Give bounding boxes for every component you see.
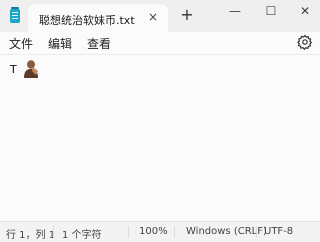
- status-divider: [256, 226, 257, 238]
- person-emoji-icon: [24, 60, 38, 78]
- status-position: 行 1，列 1: [6, 230, 56, 241]
- status-char-count: 1 个字符: [62, 230, 102, 241]
- status-zoom[interactable]: 100%: [139, 226, 168, 237]
- minimize-button[interactable]: —: [218, 0, 252, 22]
- new-tab-button[interactable]: +: [180, 7, 194, 23]
- status-divider: [174, 226, 175, 238]
- menu-bar: 文件 编辑 查看: [0, 32, 320, 55]
- notepad-icon: [10, 7, 20, 23]
- menu-view[interactable]: 查看: [87, 35, 111, 52]
- tab-title: 聪想统治软妹币.txt: [39, 14, 135, 27]
- tab-file[interactable]: 聪想统治软妹币.txt ×: [28, 4, 168, 32]
- tab-close-icon[interactable]: ×: [148, 10, 158, 24]
- close-button[interactable]: ✕: [288, 0, 320, 22]
- maximize-button[interactable]: ☐: [254, 0, 288, 22]
- status-bar: 行 1，列 1 1 个字符 100% Windows (CRLF) UTF-8: [0, 221, 320, 242]
- status-encoding[interactable]: UTF-8: [264, 226, 293, 237]
- editor-content: T: [10, 63, 17, 76]
- menu-file[interactable]: 文件: [9, 35, 33, 52]
- title-bar: 聪想统治软妹币.txt × + — ☐ ✕: [0, 0, 320, 32]
- status-divider: [53, 226, 54, 238]
- status-line-ending[interactable]: Windows (CRLF): [186, 226, 267, 237]
- status-divider: [128, 226, 129, 238]
- gear-icon[interactable]: [297, 34, 313, 50]
- text-editor[interactable]: T: [0, 55, 320, 221]
- menu-edit[interactable]: 编辑: [48, 35, 72, 52]
